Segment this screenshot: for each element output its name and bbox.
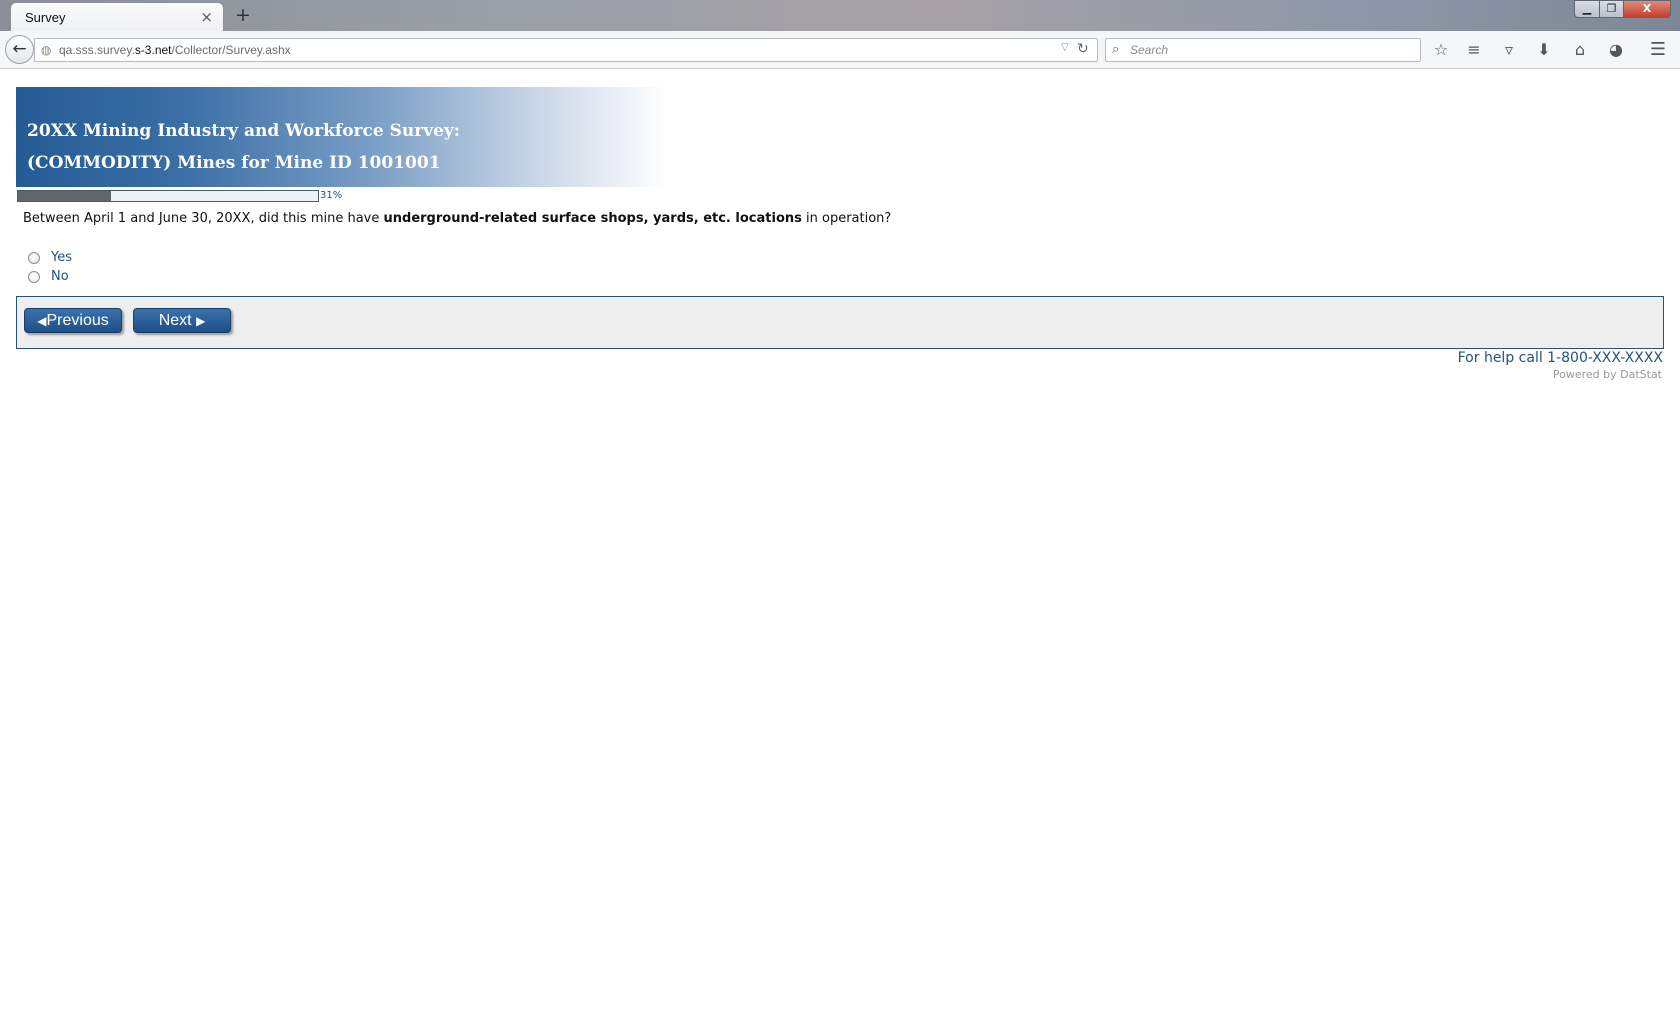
option-no-label[interactable]: No [51, 269, 69, 284]
url-host-main: s-3.net [134, 43, 172, 57]
help-phone-text: For help call 1-800-XXX-XXXX [1457, 350, 1663, 366]
progress-bar [17, 190, 319, 202]
browser-title-bar: Survey × + ▁ ❐ X [0, 0, 1680, 31]
question-prefix: Between April 1 and June 30, 20XX, did t… [23, 211, 384, 226]
question-emphasis: underground-related surface shops, yards… [383, 211, 802, 226]
pocket-icon[interactable]: ▿ [1498, 39, 1520, 61]
bookmarks-list-icon[interactable]: ≡ [1463, 39, 1485, 61]
question-suffix: in operation? [801, 211, 892, 226]
back-arrow-icon[interactable]: ← [5, 35, 34, 64]
chat-icon[interactable]: ◕ [1605, 39, 1627, 61]
survey-title: 20XX Mining Industry and Workforce Surve… [27, 121, 461, 141]
menu-icon[interactable]: ☰ [1647, 39, 1669, 61]
option-yes-label[interactable]: Yes [51, 250, 72, 265]
previous-button-label: Previous [46, 312, 109, 329]
download-icon[interactable]: ⬇ [1533, 39, 1555, 61]
tab-close-icon[interactable]: × [200, 8, 213, 26]
reload-icon[interactable]: ↻ [1077, 41, 1089, 57]
search-bar[interactable]: ⌕ Search [1105, 38, 1421, 62]
progress-percent-label: 31% [320, 190, 343, 201]
site-info-icon[interactable]: ◍ [41, 43, 51, 57]
question-text: Between April 1 and June 30, 20XX, did t… [23, 211, 891, 226]
radio-yes[interactable] [28, 251, 40, 264]
url-host-prefix: qa.sss.survey. [59, 43, 135, 57]
radio-no[interactable] [28, 270, 40, 283]
search-icon: ⌕ [1112, 42, 1120, 57]
survey-navigation-panel: ◀Previous Next ▶ [16, 296, 1664, 349]
next-arrow-icon: ▶ [196, 314, 206, 328]
new-tab-icon[interactable]: + [235, 4, 251, 26]
next-button-label: Next [158, 312, 192, 329]
browser-nav-bar: ← ◍ qa.sss.survey.s-3.net/Collector/Surv… [0, 31, 1680, 69]
progress-bar-fill [18, 191, 111, 201]
powered-by-text: Powered by DatStat [1552, 368, 1662, 381]
bookmark-star-icon[interactable]: ☆ [1430, 39, 1452, 61]
window-close-button[interactable]: X [1623, 0, 1671, 18]
window-maximize-button[interactable]: ❐ [1599, 0, 1624, 18]
address-bar[interactable]: ◍ qa.sss.survey.s-3.net/Collector/Survey… [34, 38, 1098, 62]
option-no[interactable]: No [28, 269, 69, 284]
home-icon[interactable]: ⌂ [1569, 39, 1591, 61]
next-button[interactable]: Next ▶ [133, 308, 231, 333]
tab-title: Survey [25, 10, 66, 25]
history-dropdown-icon[interactable]: ▽ [1061, 42, 1069, 53]
url-path: /Collector/Survey.ashx [171, 43, 291, 57]
survey-header-banner: 20XX Mining Industry and Workforce Surve… [16, 87, 666, 187]
option-yes[interactable]: Yes [28, 250, 72, 265]
window-minimize-button[interactable]: ▁ [1574, 0, 1600, 18]
search-placeholder: Search [1130, 43, 1169, 57]
browser-tab[interactable]: Survey × [10, 2, 224, 31]
previous-button[interactable]: ◀Previous [24, 308, 122, 333]
url-text: qa.sss.survey.s-3.net/Collector/Survey.a… [59, 43, 291, 57]
survey-subtitle: (COMMODITY) Mines for Mine ID 1001001 [27, 153, 441, 173]
